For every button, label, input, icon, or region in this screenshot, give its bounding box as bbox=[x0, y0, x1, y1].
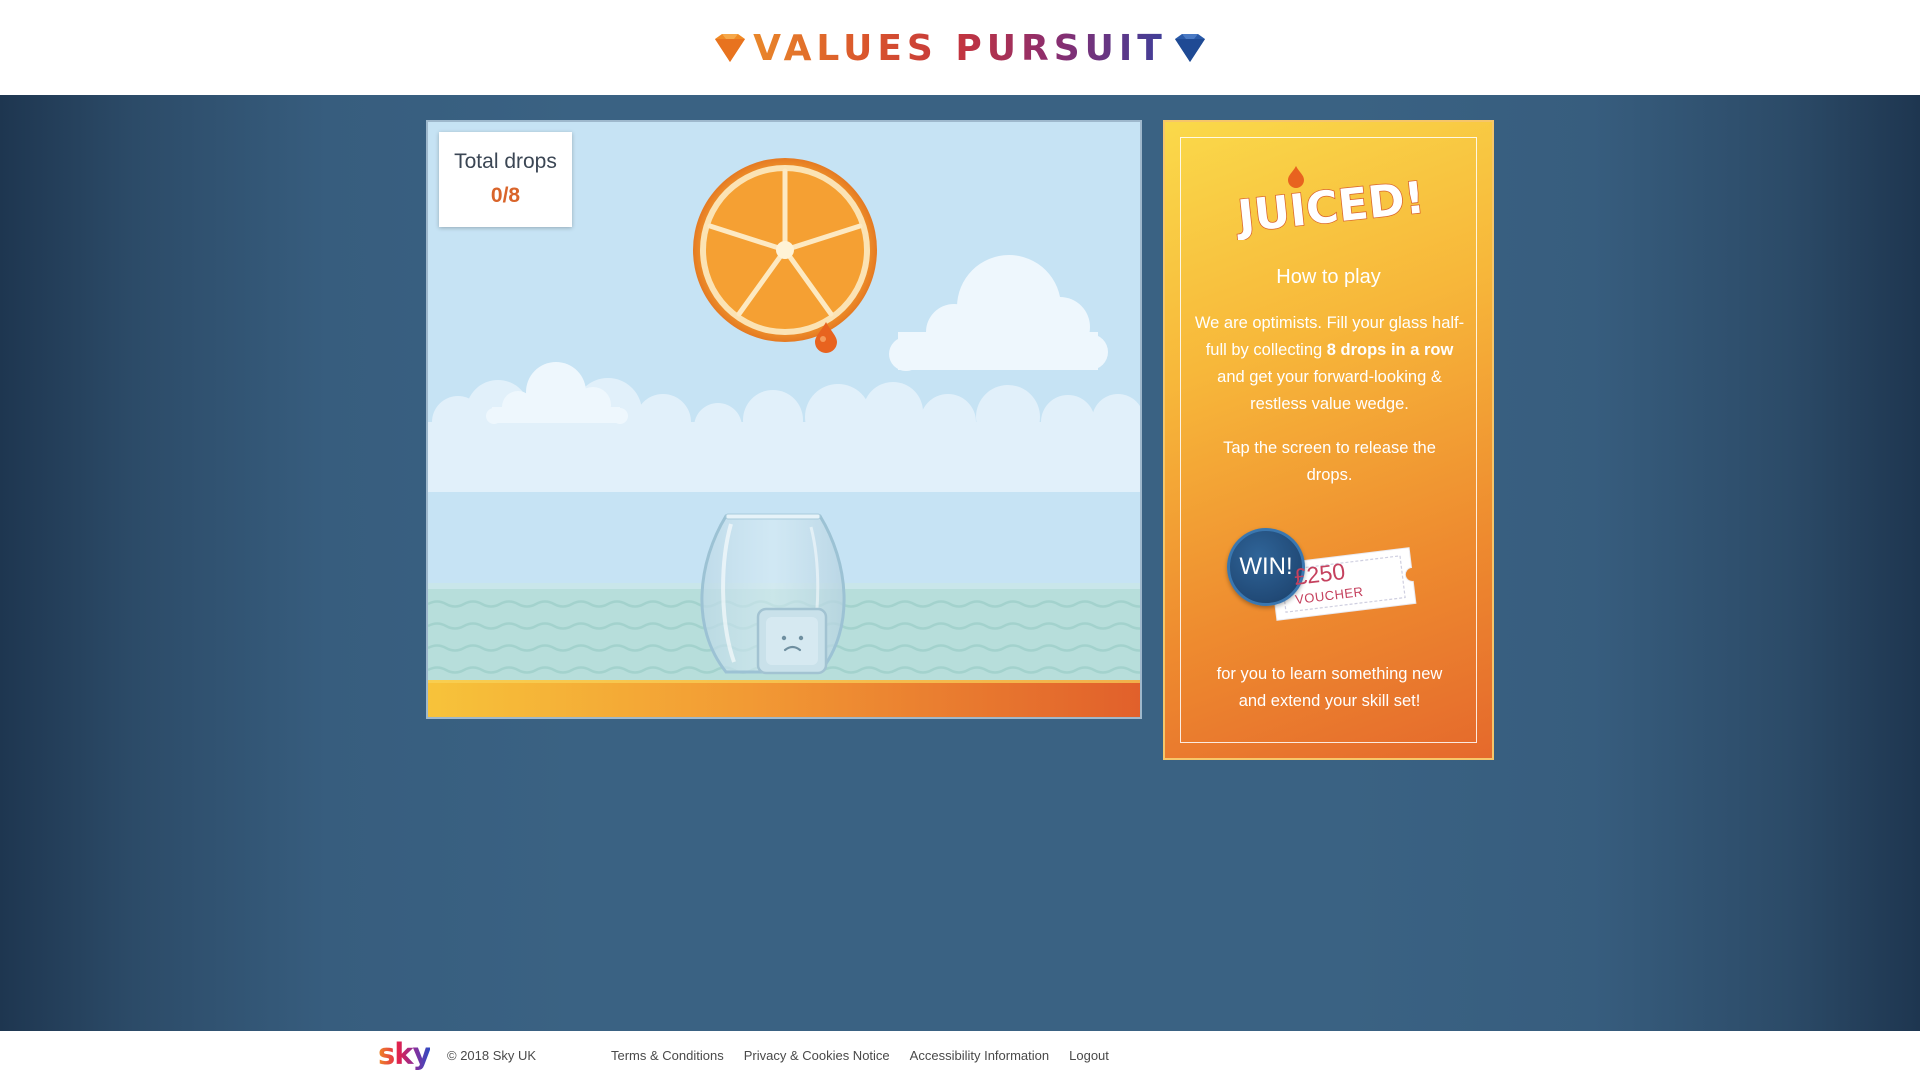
drop-icon bbox=[1288, 166, 1304, 188]
glass bbox=[700, 513, 846, 675]
panel-frame: JUICED! How to play We are optimists. Fi… bbox=[1180, 137, 1477, 743]
total-drops-counter: Total drops 0/8 bbox=[439, 132, 572, 227]
orange-slice bbox=[693, 158, 877, 342]
prize-badge: WIN! £250 VOUCHER bbox=[1227, 528, 1427, 638]
logo-text: VALUES PURSUIT bbox=[753, 27, 1167, 69]
how-to-play-heading: How to play bbox=[1276, 266, 1381, 288]
blue-gem-icon bbox=[1174, 33, 1205, 62]
terms-link[interactable]: Terms & Conditions bbox=[611, 1048, 724, 1063]
total-drops-label: Total drops bbox=[454, 150, 557, 173]
tap-instruction: Tap the screen to release the drops. bbox=[1223, 439, 1436, 484]
footer-links: Terms & Conditions Privacy & Cookies Not… bbox=[611, 1048, 1109, 1063]
prize-description: for you to learn something new and exten… bbox=[1216, 665, 1443, 710]
values-pursuit-logo[interactable]: VALUES PURSUIT bbox=[713, 29, 1207, 67]
total-drops-value: 0/8 bbox=[490, 184, 521, 207]
juiced-logo: JUICED! bbox=[1236, 166, 1426, 240]
site-footer: sky © 2018 Sky UK Terms & Conditions Pri… bbox=[0, 1031, 1920, 1081]
privacy-link[interactable]: Privacy & Cookies Notice bbox=[744, 1048, 890, 1063]
how-to-play-panel: JUICED! How to play We are optimists. Fi… bbox=[1163, 120, 1494, 760]
game-description: We are optimists. Fill your glass half-f… bbox=[1194, 314, 1465, 413]
main-area: Total drops 0/8 JUICED! How to play We a… bbox=[0, 95, 1920, 1031]
logout-link[interactable]: Logout bbox=[1069, 1048, 1109, 1063]
copyright-text: © 2018 Sky UK bbox=[447, 1048, 537, 1063]
site-header: VALUES PURSUIT bbox=[0, 0, 1920, 95]
game-canvas[interactable]: Total drops 0/8 bbox=[426, 120, 1142, 719]
sky-logo[interactable]: sky bbox=[378, 1037, 431, 1071]
accessibility-link[interactable]: Accessibility Information bbox=[910, 1048, 1049, 1063]
juiced-logo-text: JUICED! bbox=[1236, 172, 1426, 240]
orange-gem-icon bbox=[715, 33, 746, 62]
drops-target-highlight: 8 drops in a row bbox=[1326, 341, 1454, 359]
